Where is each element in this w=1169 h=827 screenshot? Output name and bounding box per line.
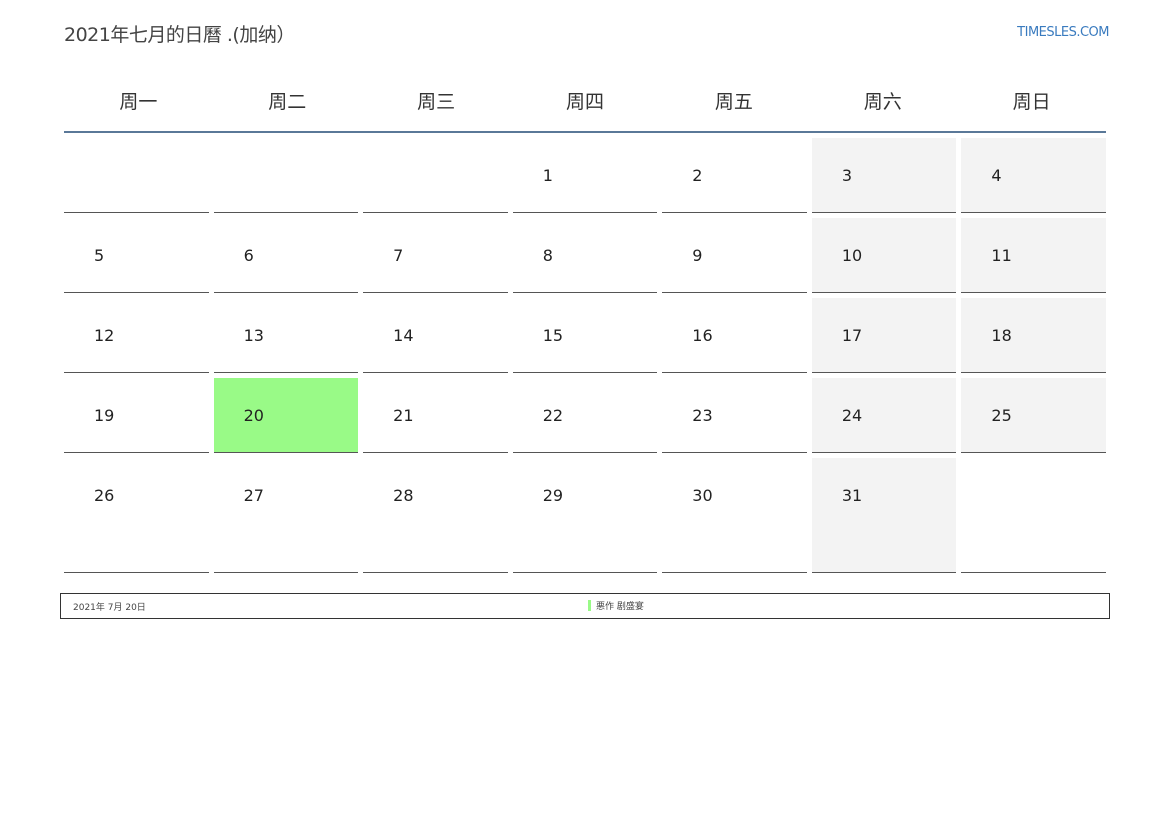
- weekday-tue: 周二: [268, 91, 307, 113]
- day-cell[interactable]: 16: [662, 298, 807, 373]
- day-number: 1: [542, 166, 553, 185]
- day-cell[interactable]: 18: [961, 298, 1106, 373]
- day-number: 13: [243, 326, 264, 345]
- day-number: 4: [991, 166, 1002, 185]
- legend-swatch: [588, 600, 591, 611]
- day-cell[interactable]: 19: [64, 378, 209, 453]
- day-number: 28: [393, 486, 414, 505]
- day-number: 21: [393, 406, 414, 425]
- day-cell[interactable]: 23: [662, 378, 807, 453]
- day-cell[interactable]: 26: [64, 458, 209, 573]
- day-cell[interactable]: 24: [811, 378, 957, 453]
- day-cell[interactable]: 3: [811, 138, 957, 213]
- footer-legend-box: 2021年 7月 20日 悪作 剧盛宴: [60, 593, 1110, 619]
- day-number: 22: [542, 406, 564, 425]
- day-cell[interactable]: 13: [213, 298, 359, 373]
- legend-label: 悪作 剧盛宴: [596, 602, 644, 612]
- day-number: 16: [692, 326, 713, 345]
- day-cell[interactable]: 9: [662, 218, 807, 293]
- day-number: 30: [692, 486, 713, 505]
- day-number: 29: [542, 486, 564, 505]
- calendar: 周一 周二 周三 周四 周五 周六 周日 1 2 3 4 5 6 7 8 9 10 11 12 13 14…: [64, 70, 1106, 578]
- day-number: 17: [841, 326, 863, 345]
- day-number: 9: [692, 246, 703, 265]
- day-number: 2: [692, 166, 703, 185]
- day-cell[interactable]: 4: [961, 138, 1106, 213]
- day-cell[interactable]: 27: [213, 458, 359, 573]
- day-cell[interactable]: 17: [811, 298, 957, 373]
- legend: 悪作 剧盛宴: [588, 599, 644, 612]
- day-number: 6: [243, 246, 254, 265]
- day-cell[interactable]: 5: [64, 218, 209, 293]
- day-number: 19: [94, 406, 115, 425]
- day-number: 24: [841, 406, 863, 425]
- day-cell[interactable]: 25: [961, 378, 1106, 453]
- day-cell-empty: [213, 138, 359, 213]
- day-number: 23: [692, 406, 713, 425]
- day-number: 26: [94, 486, 115, 505]
- day-cell[interactable]: 31: [811, 458, 957, 573]
- day-cell[interactable]: 14: [363, 298, 508, 373]
- day-number: 8: [542, 246, 553, 265]
- day-number: 27: [243, 486, 264, 505]
- day-number: 25: [991, 406, 1012, 425]
- day-cell[interactable]: 28: [363, 458, 508, 573]
- footer-date: 2021年 7月 20日: [73, 603, 146, 613]
- weekday-sun: 周日: [1012, 91, 1051, 113]
- day-cell[interactable]: 7: [363, 218, 508, 293]
- day-number: 7: [393, 246, 404, 265]
- day-cell[interactable]: 22: [512, 378, 658, 453]
- weekday-mon: 周一: [119, 91, 158, 113]
- day-number: 20: [243, 406, 264, 425]
- day-cell[interactable]: 21: [363, 378, 508, 453]
- day-number: 3: [841, 166, 853, 185]
- day-number: 18: [991, 326, 1012, 345]
- day-cell[interactable]: 11: [961, 218, 1106, 293]
- day-number: 31: [841, 486, 863, 505]
- day-cell[interactable]: 6: [213, 218, 359, 293]
- weekday-fri: 周五: [714, 91, 753, 113]
- day-number: 5: [94, 246, 105, 265]
- day-cell-empty: [961, 458, 1106, 573]
- day-cell[interactable]: 2: [662, 138, 807, 213]
- day-grid: 1 2 3 4 5 6 7 8 9 10 11 12 13 14 15 16 17 18 19 20 21 22 23 24 2…: [64, 138, 1106, 578]
- day-cell-empty: [64, 138, 209, 213]
- day-number: 14: [393, 326, 414, 345]
- weekday-header: 周一 周二 周三 周四 周五 周六 周日: [64, 70, 1106, 133]
- weekday-wed: 周三: [417, 91, 456, 113]
- weekday-sat: 周六: [863, 91, 902, 113]
- day-cell[interactable]: 12: [64, 298, 209, 373]
- site-link[interactable]: TIMESLES.COM: [1017, 25, 1109, 40]
- day-cell[interactable]: 10: [811, 218, 957, 293]
- day-cell[interactable]: 30: [662, 458, 807, 573]
- day-number: 12: [94, 326, 115, 345]
- day-cell-empty: [363, 138, 508, 213]
- day-number: 10: [841, 246, 863, 265]
- day-number: 11: [991, 246, 1012, 265]
- day-number: 15: [542, 326, 564, 345]
- page-title: 2021年七月的日曆 .(加纳）: [64, 24, 295, 46]
- day-cell[interactable]: 20: [213, 378, 359, 453]
- day-cell[interactable]: 1: [512, 138, 658, 213]
- day-cell[interactable]: 8: [512, 218, 658, 293]
- weekday-thu: 周四: [565, 91, 604, 113]
- day-cell[interactable]: 15: [512, 298, 658, 373]
- day-cell[interactable]: 29: [512, 458, 658, 573]
